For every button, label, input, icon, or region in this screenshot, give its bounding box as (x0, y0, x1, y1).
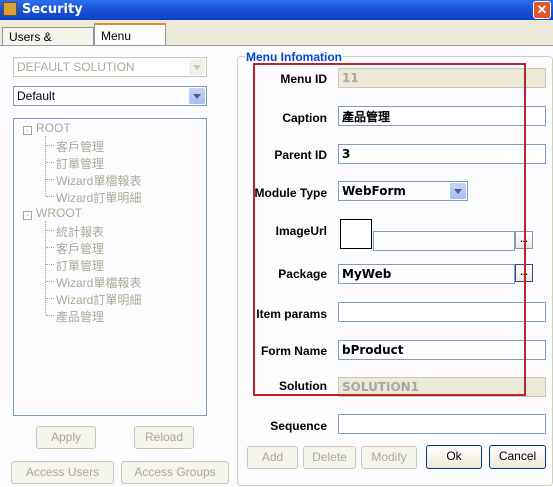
image-url-label: ImageUrl (275, 224, 327, 238)
tree-node[interactable]: 訂單管理 (56, 155, 104, 172)
package-field[interactable] (338, 264, 515, 284)
tree-node[interactable]: Wizard訂單明細 (56, 291, 141, 308)
tree-line (46, 196, 54, 197)
solution-label: Solution (279, 379, 327, 393)
modify-button[interactable]: Modify (361, 446, 417, 469)
tree-line (46, 145, 54, 146)
tree-line (46, 281, 54, 282)
default-combo[interactable]: Default (13, 86, 207, 106)
close-button[interactable]: ✕ (533, 1, 551, 19)
tree-node[interactable]: 訂單管理 (56, 257, 104, 274)
tree-line (46, 162, 54, 163)
tab-users-groups[interactable]: Users & Groups (2, 27, 94, 58)
solution-field[interactable] (338, 377, 546, 397)
item-params-label: Item params (256, 307, 327, 321)
parent-id-label: Parent ID (274, 148, 327, 162)
add-button[interactable]: Add (247, 446, 298, 469)
sequence-label: Sequence (270, 419, 327, 433)
tree-node[interactable]: 客戶管理 (56, 138, 104, 155)
package-browse-button[interactable]: ... (515, 264, 533, 282)
expand-collapse-icon[interactable]: - (23, 211, 32, 220)
tree-node-wroot[interactable]: WROOT (36, 206, 82, 220)
caption-label: Caption (282, 111, 327, 125)
ok-button[interactable]: Ok (426, 445, 482, 469)
parent-id-field[interactable] (338, 144, 546, 164)
chevron-down-icon (450, 183, 466, 199)
tree-node[interactable]: Wizard單檔報表 (56, 172, 141, 189)
menu-tree[interactable]: - ROOT 客戶管理 訂單管理 Wizard單檔報表 Wizard訂單明細 -… (13, 118, 207, 416)
tree-node[interactable]: 統計報表 (56, 223, 104, 240)
package-label: Package (278, 267, 327, 281)
caption-field[interactable] (338, 106, 546, 126)
default-combo-value: Default (17, 89, 56, 103)
form-name-field[interactable] (338, 340, 546, 360)
access-groups-button[interactable]: Access Groups (121, 461, 229, 484)
tree-node[interactable]: Wizard訂單明細 (56, 189, 141, 206)
chevron-down-icon (189, 88, 205, 104)
delete-button[interactable]: Delete (303, 446, 356, 469)
image-browse-button[interactable]: ... (515, 231, 533, 249)
image-preview (340, 219, 372, 249)
access-users-button[interactable]: Access Users (11, 461, 114, 484)
apply-button[interactable]: Apply (36, 426, 96, 449)
tree-node-root[interactable]: ROOT (36, 121, 71, 135)
tree-node[interactable]: 客戶管理 (56, 240, 104, 257)
tree-line (46, 247, 54, 248)
group-title: Menu Infomation (245, 50, 343, 64)
tab-menu-utility[interactable]: Menu Utility (94, 23, 166, 57)
tree-line (46, 264, 54, 265)
sequence-field[interactable] (338, 414, 546, 434)
module-type-value: WebForm (342, 184, 406, 198)
module-type-select[interactable]: WebForm (338, 181, 468, 201)
item-params-field[interactable] (338, 302, 546, 322)
chevron-down-icon (189, 59, 205, 75)
tree-line (46, 315, 54, 316)
reload-button[interactable]: Reload (134, 426, 194, 449)
image-url-field[interactable] (373, 231, 515, 251)
expand-collapse-icon[interactable]: - (23, 126, 32, 135)
security-app-icon (3, 2, 17, 16)
solution-combo[interactable]: DEFAULT SOLUTION (13, 57, 207, 77)
solution-combo-value: DEFAULT SOLUTION (17, 60, 135, 74)
menu-id-label: Menu ID (280, 72, 327, 86)
form-name-label: Form Name (260, 344, 327, 358)
tree-line (46, 230, 54, 231)
window-title: Security (22, 2, 83, 17)
module-type-label: Module Type (254, 186, 327, 200)
tree-node[interactable]: Wizard單檔報表 (56, 274, 141, 291)
tree-line (46, 179, 54, 180)
tree-node[interactable]: 產品管理 (56, 308, 104, 325)
menu-id-field[interactable] (338, 68, 546, 88)
tree-line (45, 221, 46, 315)
tree-line (46, 298, 54, 299)
title-bar: Security ✕ (0, 0, 553, 20)
cancel-button[interactable]: Cancel (489, 445, 546, 469)
